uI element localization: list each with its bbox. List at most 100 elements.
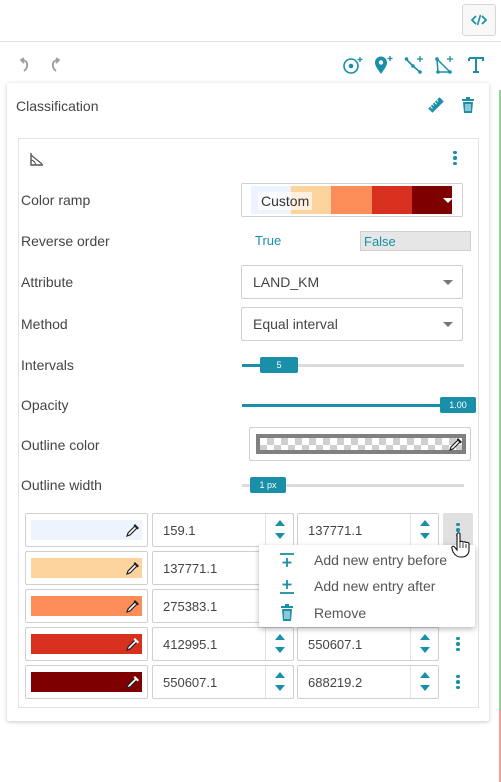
entry-menu-button[interactable] <box>443 627 473 661</box>
color-ramp-segment <box>371 186 412 214</box>
entry-color-field[interactable] <box>25 513 148 547</box>
eyedropper-icon[interactable] <box>125 522 141 538</box>
entry-min-input[interactable]: 412995.1 <box>152 627 294 661</box>
draw-polygon-button[interactable] <box>433 54 455 76</box>
top-bar <box>0 0 501 42</box>
intervals-slider[interactable]: 5 <box>242 357 464 373</box>
section-menu-button[interactable] <box>443 141 467 175</box>
intervals-slider-handle[interactable]: 5 <box>260 357 298 373</box>
menu-item-add-before[interactable]: Add new entry before <box>259 547 475 573</box>
eyedropper-icon[interactable] <box>125 560 141 576</box>
color-ramp-select[interactable]: Custom <box>241 183 463 217</box>
add-text-button[interactable] <box>465 54 487 76</box>
opacity-slider-fill <box>242 404 464 407</box>
eyedropper-icon[interactable] <box>125 674 141 690</box>
entry-min-value: 550607.1 <box>163 675 218 690</box>
outline-color-label: Outline color <box>21 437 100 453</box>
panel-title: Classification <box>16 98 99 114</box>
entry-min-value: 412995.1 <box>163 637 218 652</box>
redo-icon <box>51 57 61 72</box>
opacity-value: 1.00 <box>449 400 467 410</box>
entry-min-stepper[interactable] <box>265 514 293 546</box>
entry-min-input[interactable]: 550607.1 <box>152 665 294 699</box>
add-point-button[interactable] <box>342 54 364 76</box>
outline-width-value: 1 px <box>259 480 277 490</box>
entry-max-input[interactable]: 688219.2 <box>297 665 439 699</box>
chevron-down-icon <box>443 322 453 327</box>
reverse-false-label: False <box>364 234 396 249</box>
entry-context-menu: Add new entry before Add new entry after… <box>259 545 475 627</box>
entry-color-field[interactable] <box>25 627 148 661</box>
entry-min-value: 275383.1 <box>163 599 218 614</box>
entry-menu-button[interactable] <box>443 665 473 699</box>
reverse-true-option[interactable]: True <box>255 233 281 248</box>
entry-max-stepper[interactable] <box>410 514 438 546</box>
class-entry-row: 159.1 137771.1 <box>25 513 485 547</box>
menu-item-add-after[interactable]: Add new entry after <box>259 573 475 599</box>
color-ramp-label: Color ramp <box>21 192 91 208</box>
add-marker-icon <box>375 56 393 74</box>
entry-max-input[interactable]: 550607.1 <box>297 627 439 661</box>
intervals-label: Intervals <box>21 357 74 373</box>
entry-max-stepper[interactable] <box>410 628 438 660</box>
insert-after-icon <box>280 580 294 594</box>
outline-color-swatch <box>256 434 466 454</box>
chevron-down-icon <box>443 280 453 285</box>
method-label: Method <box>21 316 68 332</box>
entry-min-value: 159.1 <box>163 523 196 538</box>
add-text-icon <box>468 57 484 73</box>
outline-width-label: Outline width <box>21 477 102 493</box>
hand-cursor-icon <box>451 532 470 558</box>
attribute-label: Attribute <box>21 274 74 290</box>
add-marker-button[interactable] <box>372 54 394 76</box>
entry-max-value: 137771.1 <box>308 523 363 538</box>
opacity-slider-handle[interactable]: 1.00 <box>440 397 476 413</box>
code-view-button[interactable] <box>462 4 496 36</box>
entry-min-stepper[interactable] <box>265 666 293 698</box>
method-select[interactable]: Equal interval <box>241 307 463 341</box>
entry-min-input[interactable]: 159.1 <box>152 513 294 547</box>
intervals-value: 5 <box>276 360 282 370</box>
eyedropper-icon[interactable] <box>125 636 141 652</box>
entry-color-field[interactable] <box>25 665 148 699</box>
edit-style-button[interactable] <box>426 95 446 115</box>
chevron-down-icon <box>443 198 453 203</box>
opacity-label: Opacity <box>21 397 69 413</box>
ruler-icon <box>428 97 444 113</box>
entry-color-field[interactable] <box>25 589 148 623</box>
entry-max-stepper[interactable] <box>410 666 438 698</box>
attribute-select[interactable]: LAND_KM <box>241 265 463 299</box>
entry-max-input[interactable]: 137771.1 <box>297 513 439 547</box>
class-entry-row: 412995.1 550607.1 <box>25 627 485 661</box>
undo-icon <box>19 57 29 72</box>
entry-max-value: 550607.1 <box>308 637 363 652</box>
map-toolbar <box>0 50 501 80</box>
draw-line-button[interactable] <box>403 54 425 76</box>
redo-button[interactable] <box>44 54 66 76</box>
outline-color-field[interactable] <box>249 427 471 461</box>
menu-item-label: Add new entry after <box>314 578 436 594</box>
eyedropper-icon[interactable] <box>125 598 141 614</box>
trash-icon <box>281 604 293 621</box>
color-ramp-value: Custom <box>258 192 313 210</box>
entry-min-stepper[interactable] <box>265 628 293 660</box>
color-ramp-segment <box>331 186 372 214</box>
method-value: Equal interval <box>253 316 338 332</box>
outline-width-slider-handle[interactable]: 1 px <box>250 477 286 493</box>
entry-color-field[interactable] <box>25 551 148 585</box>
menu-item-remove[interactable]: Remove <box>259 600 475 626</box>
add-point-icon <box>343 57 363 74</box>
attribute-value: LAND_KM <box>253 274 320 290</box>
eyedropper-icon[interactable] <box>448 436 464 452</box>
opacity-slider[interactable]: 1.00 <box>242 397 476 413</box>
draw-polygon-icon <box>435 56 453 74</box>
trash-icon <box>462 96 474 113</box>
draw-line-icon <box>404 56 423 74</box>
entry-max-value: 688219.2 <box>308 675 363 690</box>
delete-style-button[interactable] <box>458 95 478 115</box>
angle-icon <box>30 153 43 166</box>
reverse-false-option[interactable]: False <box>360 231 471 251</box>
menu-item-label: Remove <box>314 605 367 621</box>
undo-button[interactable] <box>14 54 36 76</box>
outline-width-slider[interactable]: 1 px <box>242 477 464 493</box>
